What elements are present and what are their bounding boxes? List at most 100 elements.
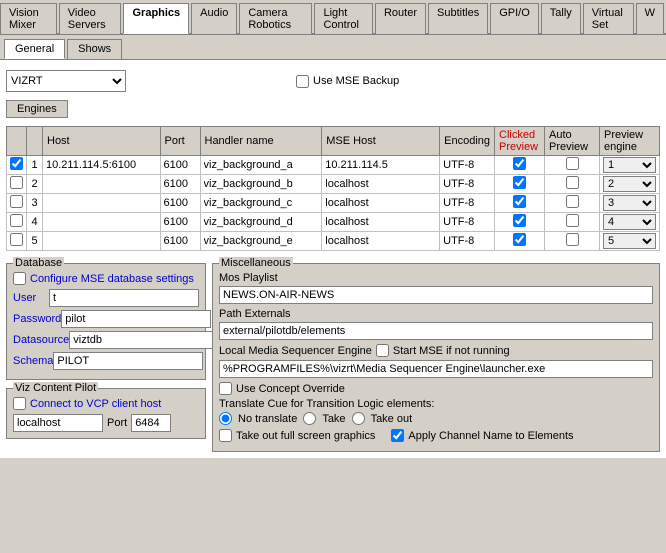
row-encoding-input[interactable] — [443, 178, 491, 190]
sub-tab-shows[interactable]: Shows — [67, 39, 122, 59]
tab-tally[interactable]: Tally — [541, 3, 581, 34]
row-handler-input[interactable] — [204, 197, 319, 209]
row-auto-checkbox[interactable] — [566, 233, 579, 246]
row-number: 4 — [27, 213, 43, 232]
row-port-input[interactable] — [164, 178, 197, 190]
row-port-input[interactable] — [164, 235, 197, 247]
row-clicked-cell — [495, 175, 545, 194]
tab-w[interactable]: W — [636, 3, 664, 34]
th-auto: Auto Preview — [545, 127, 600, 156]
connect-vcp-checkbox[interactable] — [13, 397, 26, 410]
vcp-port-input[interactable] — [131, 414, 171, 432]
row-auto-checkbox[interactable] — [566, 195, 579, 208]
tab-video-servers[interactable]: Video Servers — [59, 3, 122, 34]
apply-channel-checkbox[interactable] — [391, 429, 404, 442]
row-port-input[interactable] — [164, 197, 197, 209]
apply-channel-row: Apply Channel Name to Elements — [391, 429, 573, 442]
row-mse-host-input[interactable] — [325, 159, 436, 171]
tab-gpio[interactable]: GPI/O — [490, 3, 539, 34]
row-preview-engine-select[interactable]: 1 2 3 4 5 — [603, 157, 656, 173]
row-checkbox-cell — [7, 232, 27, 251]
row-handler-cell — [200, 175, 322, 194]
bottom-panels: Database Configure MSE database settings… — [6, 257, 660, 452]
table-row: 3 1 — [7, 194, 660, 213]
row-enable-checkbox[interactable] — [10, 233, 23, 246]
row-host-input[interactable] — [46, 216, 157, 228]
row-auto-checkbox[interactable] — [566, 214, 579, 227]
lms-path-input[interactable] — [219, 360, 653, 378]
connect-vcp-row: Connect to VCP client host — [13, 397, 199, 410]
tab-light-control[interactable]: Light Control — [314, 3, 372, 34]
row-preview-engine-select[interactable]: 1 2 3 4 5 — [603, 176, 656, 192]
sub-tab-general[interactable]: General — [4, 39, 65, 59]
tab-virtual-set[interactable]: Virtual Set — [583, 3, 634, 34]
viz-select[interactable]: VIZRT — [6, 70, 126, 92]
row-handler-input[interactable] — [204, 235, 319, 247]
row-host-input[interactable] — [46, 159, 157, 171]
use-concept-checkbox[interactable] — [219, 382, 232, 395]
radio-take-out[interactable] — [352, 412, 365, 425]
row-port-input[interactable] — [164, 216, 197, 228]
radio-no-translate[interactable] — [219, 412, 232, 425]
row-preview-engine-select[interactable]: 1 2 3 4 5 — [603, 233, 656, 249]
row-clicked-checkbox[interactable] — [513, 214, 526, 227]
tab-subtitles[interactable]: Subtitles — [428, 3, 488, 34]
row-enable-checkbox[interactable] — [10, 195, 23, 208]
user-input[interactable] — [49, 289, 199, 307]
path-externals-input[interactable] — [219, 322, 653, 340]
row-enable-checkbox[interactable] — [10, 176, 23, 189]
row-handler-cell — [200, 194, 322, 213]
row-auto-checkbox[interactable] — [566, 157, 579, 170]
radio-take[interactable] — [303, 412, 316, 425]
use-mse-backup-checkbox[interactable] — [296, 75, 309, 88]
engines-button[interactable]: Engines — [6, 100, 68, 118]
tab-audio[interactable]: Audio — [191, 3, 237, 34]
row-auto-checkbox[interactable] — [566, 176, 579, 189]
row-enable-checkbox[interactable] — [10, 157, 23, 170]
tab-vision-mixer[interactable]: Vision Mixer — [0, 3, 57, 34]
row-enable-checkbox[interactable] — [10, 214, 23, 227]
password-input[interactable] — [61, 310, 211, 328]
row-handler-input[interactable] — [204, 216, 319, 228]
row-clicked-checkbox[interactable] — [513, 195, 526, 208]
row-mse-host-input[interactable] — [325, 235, 436, 247]
take-full-screen-checkbox[interactable] — [219, 429, 232, 442]
row-preview-engine-select[interactable]: 1 2 3 4 5 — [603, 214, 656, 230]
configure-db-label: Configure MSE database settings — [30, 273, 194, 285]
start-mse-checkbox[interactable] — [376, 344, 389, 357]
row-encoding-input[interactable] — [443, 197, 491, 209]
row-handler-input[interactable] — [204, 159, 319, 171]
row-clicked-checkbox[interactable] — [513, 176, 526, 189]
row-handler-input[interactable] — [204, 178, 319, 190]
row-clicked-checkbox[interactable] — [513, 233, 526, 246]
tab-graphics[interactable]: Graphics — [123, 3, 189, 34]
row-encoding-input[interactable] — [443, 235, 491, 247]
table-row: 5 1 — [7, 232, 660, 251]
row-host-input[interactable] — [46, 197, 157, 209]
tab-router[interactable]: Router — [375, 3, 426, 34]
mos-playlist-input[interactable] — [219, 286, 653, 304]
row-number: 3 — [27, 194, 43, 213]
row-clicked-checkbox[interactable] — [513, 157, 526, 170]
user-row: User — [13, 289, 199, 307]
row-mse-host-cell — [322, 175, 440, 194]
schema-input[interactable] — [53, 352, 203, 370]
vcp-host-input[interactable] — [13, 414, 103, 432]
row-encoding-input[interactable] — [443, 159, 491, 171]
row-preview-engine-select[interactable]: 1 2 3 4 5 — [603, 195, 656, 211]
tab-camera-robotics[interactable]: Camera Robotics — [239, 3, 312, 34]
left-panel: Database Configure MSE database settings… — [6, 257, 206, 452]
row-clicked-cell — [495, 194, 545, 213]
configure-db-checkbox[interactable] — [13, 272, 26, 285]
row-encoding-input[interactable] — [443, 216, 491, 228]
row-host-input[interactable] — [46, 178, 157, 190]
row-mse-host-input[interactable] — [325, 178, 436, 190]
row-mse-host-input[interactable] — [325, 197, 436, 209]
row-host-input[interactable] — [46, 235, 157, 247]
row-preview-engine-cell: 1 2 3 4 5 — [600, 213, 660, 232]
row-mse-host-cell — [322, 232, 440, 251]
row-handler-cell — [200, 156, 322, 175]
datasource-input[interactable] — [69, 331, 219, 349]
row-mse-host-input[interactable] — [325, 216, 436, 228]
row-port-input[interactable] — [164, 159, 197, 171]
